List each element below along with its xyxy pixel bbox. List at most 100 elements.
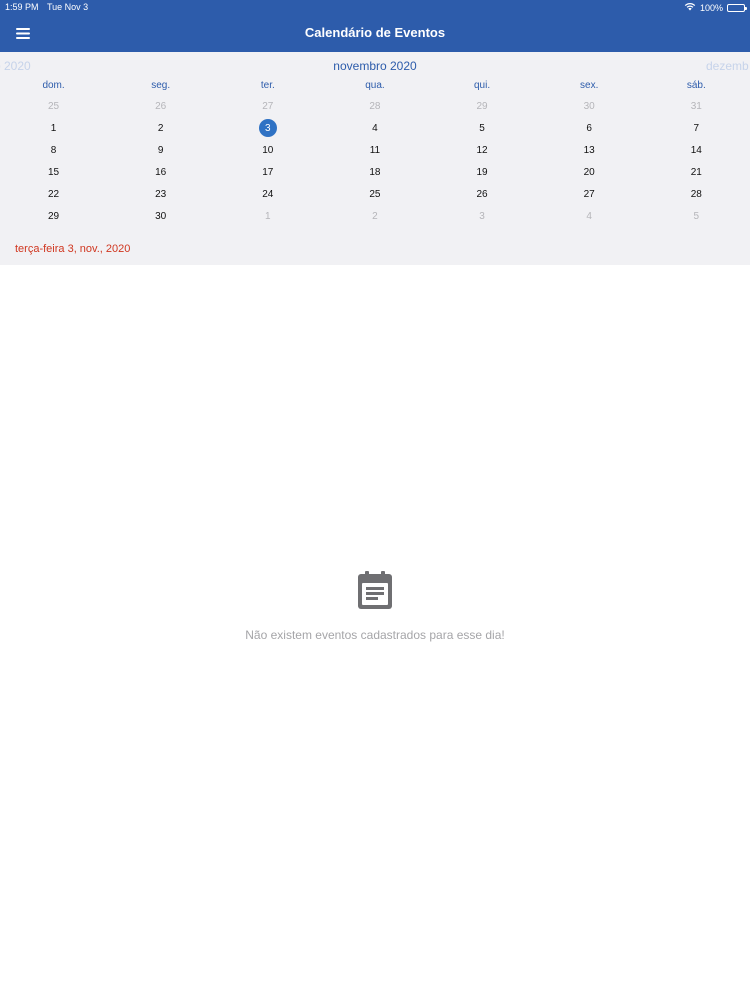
calendar-day[interactable]: 4 xyxy=(321,117,428,139)
calendar-day[interactable]: 29 xyxy=(0,205,107,227)
calendar-day[interactable]: 28 xyxy=(321,95,428,117)
calendar-day[interactable]: 1 xyxy=(0,117,107,139)
calendar-day-number: 4 xyxy=(586,210,592,222)
calendar-day[interactable]: 18 xyxy=(321,161,428,183)
calendar-day[interactable]: 2 xyxy=(321,205,428,227)
calendar-grid: 25 26 27 28 29 30 31 1 2 3 4 5 6 7 8 9 10 11 12 13 14 15 16 17 1… xyxy=(0,95,750,227)
weekday-header: dom. seg. ter. qua. qui. sex. sáb. xyxy=(0,80,750,94)
status-date: Tue Nov 3 xyxy=(47,2,89,12)
calendar-day[interactable]: 26 xyxy=(107,95,214,117)
calendar-day-number: 4 xyxy=(372,122,378,134)
calendar-day[interactable]: 5 xyxy=(643,205,750,227)
status-indicators: 100% xyxy=(684,2,747,13)
calendar-day[interactable]: 3 xyxy=(429,205,536,227)
calendar-week-row: 22 23 24 25 26 27 28 xyxy=(0,183,750,205)
calendar-day[interactable]: 25 xyxy=(0,95,107,117)
calendar-week-row: 8 9 10 11 12 13 14 xyxy=(0,139,750,161)
calendar-day-number: 8 xyxy=(50,144,57,156)
calendar-day[interactable]: 8 xyxy=(0,139,107,161)
calendar-day[interactable]: 26 xyxy=(429,183,536,205)
calendar-day-number: 21 xyxy=(690,166,702,178)
calendar-day-number: 5 xyxy=(479,122,485,134)
calendar-day-number: 12 xyxy=(476,144,488,156)
calendar-day-number: 3 xyxy=(258,119,277,137)
calendar-day-number: 30 xyxy=(583,100,595,112)
calendar-day-number: 15 xyxy=(48,166,60,178)
calendar-day[interactable]: 22 xyxy=(0,183,107,205)
calendar-day-number: 13 xyxy=(583,144,595,156)
calendar-day[interactable]: 15 xyxy=(0,161,107,183)
calendar-day-number: 5 xyxy=(693,210,700,222)
calendar-day[interactable]: 5 xyxy=(429,117,536,139)
calendar-day-number: 26 xyxy=(476,188,488,200)
calendar-day[interactable]: 21 xyxy=(643,161,750,183)
empty-state: Não existem eventos cadastrados para ess… xyxy=(0,570,750,642)
calendar-day-number: 2 xyxy=(372,210,378,222)
calendar-day-number: 20 xyxy=(583,166,595,178)
calendar-week-row: 1 2 3 4 5 6 7 xyxy=(0,117,750,139)
calendar-day-number: 31 xyxy=(690,100,702,112)
calendar-day-number: 25 xyxy=(369,188,381,200)
weekday-label: dom. xyxy=(42,80,65,91)
calendar-day[interactable]: 11 xyxy=(321,139,428,161)
calendar-day-number: 29 xyxy=(476,100,488,112)
current-month-label: novembro 2020 xyxy=(333,59,417,73)
calendar-day[interactable]: 23 xyxy=(107,183,214,205)
weekday-label: sex. xyxy=(580,80,599,91)
calendar-week-row: 25 26 27 28 29 30 31 xyxy=(0,95,750,117)
calendar-day[interactable]: 9 xyxy=(107,139,214,161)
calendar-day-number: 6 xyxy=(586,122,592,134)
calendar-day[interactable]: 24 xyxy=(214,183,321,205)
calendar-day[interactable]: 28 xyxy=(643,183,750,205)
calendar-day[interactable]: 6 xyxy=(536,117,643,139)
calendar-day[interactable]: 10 xyxy=(214,139,321,161)
nav-bar: Calendário de Eventos xyxy=(0,15,750,52)
calendar-day-number: 17 xyxy=(262,166,274,178)
calendar-day[interactable]: 1 xyxy=(214,205,321,227)
selected-date-label: terça-feira 3, nov., 2020 xyxy=(15,243,131,255)
calendar-day-number: 9 xyxy=(157,144,164,156)
calendar-day[interactable]: 4 xyxy=(536,205,643,227)
calendar-day-number: 28 xyxy=(690,188,702,200)
calendar: o 2020 novembro 2020 dezemb dom.seg.ter.… xyxy=(0,52,750,265)
weekday-label: ter. xyxy=(260,80,275,91)
calendar-day[interactable]: 17 xyxy=(214,161,321,183)
calendar-day-number: 7 xyxy=(693,122,700,134)
calendar-day-number: 22 xyxy=(48,188,60,200)
calendar-day[interactable]: 29 xyxy=(429,95,536,117)
calendar-day[interactable]: 27 xyxy=(214,95,321,117)
calendar-day[interactable]: 2 xyxy=(107,117,214,139)
page-title: Calendário de Eventos xyxy=(304,25,446,40)
calendar-day-selected[interactable]: 3 xyxy=(214,117,321,139)
weekday-label: seg. xyxy=(151,80,171,91)
battery-percent: 100% xyxy=(699,2,723,13)
calendar-day-number: 10 xyxy=(262,144,274,156)
calendar-day-number: 16 xyxy=(155,166,167,178)
calendar-day-number: 24 xyxy=(262,188,274,200)
calendar-day-number: 18 xyxy=(369,166,381,178)
status-bar: 1:59 PM Tue Nov 3 100% xyxy=(0,0,750,15)
calendar-day[interactable]: 31 xyxy=(643,95,750,117)
calendar-day[interactable]: 16 xyxy=(107,161,214,183)
calendar-day[interactable]: 20 xyxy=(536,161,643,183)
calendar-day-number: 26 xyxy=(155,100,167,112)
calendar-day[interactable]: 12 xyxy=(429,139,536,161)
calendar-day[interactable]: 30 xyxy=(107,205,214,227)
status-time: 1:59 PM xyxy=(5,2,39,12)
calendar-day[interactable]: 25 xyxy=(321,183,428,205)
next-month-label[interactable]: dezemb xyxy=(706,59,749,73)
calendar-day[interactable]: 7 xyxy=(643,117,750,139)
calendar-day-number: 11 xyxy=(369,144,381,156)
calendar-week-row: 29 30 1 2 3 4 5 xyxy=(0,205,750,227)
calendar-day-number: 2 xyxy=(157,122,164,134)
calendar-day[interactable]: 30 xyxy=(536,95,643,117)
calendar-day-number: 1 xyxy=(265,210,271,222)
calendar-day-number: 1 xyxy=(50,122,57,134)
calendar-day-number: 30 xyxy=(155,210,167,222)
calendar-day-number: 23 xyxy=(155,188,167,200)
calendar-day[interactable]: 13 xyxy=(536,139,643,161)
calendar-day[interactable]: 27 xyxy=(536,183,643,205)
weekday-label: qua. xyxy=(365,80,385,91)
calendar-day[interactable]: 14 xyxy=(643,139,750,161)
calendar-day[interactable]: 19 xyxy=(429,161,536,183)
